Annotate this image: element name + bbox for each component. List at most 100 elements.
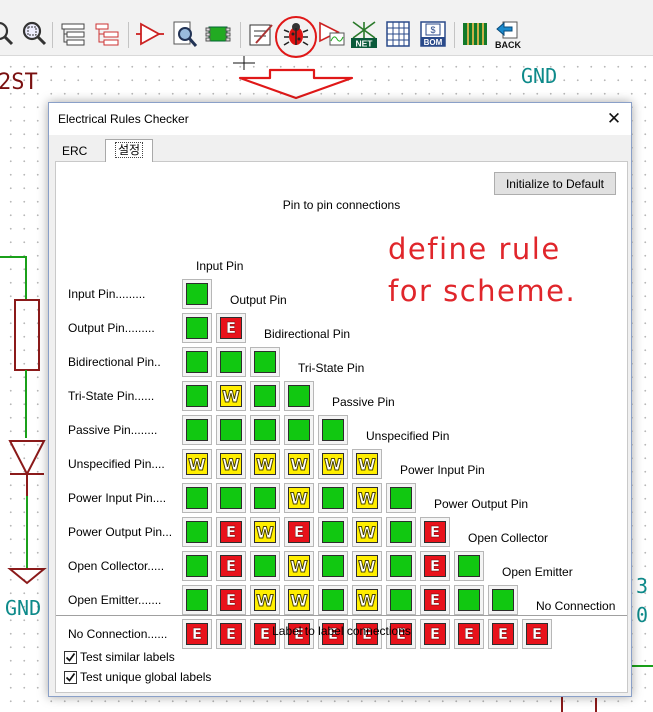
matrix-cell-open-emitter-passive-pin[interactable] bbox=[318, 585, 348, 615]
matrix-cell-open-emitter-output-pin[interactable]: E bbox=[216, 585, 246, 615]
dialog-titlebar[interactable]: Electrical Rules Checker ✕ bbox=[49, 103, 631, 135]
spice-simulator-icon[interactable] bbox=[316, 19, 346, 49]
matrix-cell-value: W bbox=[220, 385, 242, 407]
matrix-cell-output-pin-input-pin[interactable] bbox=[182, 313, 212, 343]
matrix-cell-open-collector-output-pin[interactable]: E bbox=[216, 551, 246, 581]
tab-erc[interactable]: ERC bbox=[55, 141, 103, 161]
leave-sheet-icon[interactable] bbox=[92, 19, 122, 49]
test-unique-global-labels-checkbox[interactable] bbox=[64, 670, 77, 684]
matrix-cell-open-emitter-power-input-pin[interactable] bbox=[386, 585, 416, 615]
matrix-cell-value bbox=[254, 555, 276, 577]
matrix-cell-power-input-pin-power-input-pin[interactable] bbox=[386, 483, 416, 513]
matrix-cell-open-collector-power-output-pin[interactable]: E bbox=[420, 551, 450, 581]
matrix-cell-value bbox=[390, 589, 412, 611]
bom-icon[interactable]: $ BOM bbox=[418, 19, 448, 49]
matrix-cell-unspecified-pin-unspecified-pin[interactable]: W bbox=[352, 449, 382, 479]
matrix-cell-input-pin-input-pin[interactable] bbox=[182, 279, 212, 309]
matrix-cell-power-input-pin-output-pin[interactable] bbox=[216, 483, 246, 513]
matrix-cell-power-input-pin-input-pin[interactable] bbox=[182, 483, 212, 513]
matrix-cell-value: E bbox=[220, 589, 242, 611]
matrix-cell-open-emitter-input-pin[interactable] bbox=[182, 585, 212, 615]
matrix-cell-value bbox=[322, 419, 344, 441]
test-similar-labels-checkbox[interactable] bbox=[64, 650, 77, 664]
matrix-cell-tri-state-pin-input-pin[interactable] bbox=[182, 381, 212, 411]
netlist-icon[interactable]: NET bbox=[349, 19, 379, 49]
matrix-cell-value bbox=[492, 589, 514, 611]
matrix-cell-open-collector-bidirectional-pin[interactable] bbox=[250, 551, 280, 581]
matrix-cell-value bbox=[288, 385, 310, 407]
matrix-cell-value bbox=[186, 521, 208, 543]
matrix-cell-bidirectional-pin-output-pin[interactable] bbox=[216, 347, 246, 377]
pin-connections-title: Pin to pin connections bbox=[282, 198, 401, 212]
matrix-cell-power-output-pin-tri-state-pin[interactable]: E bbox=[284, 517, 314, 547]
hierarchy-navigator-icon[interactable] bbox=[58, 19, 88, 49]
zoom-out-icon[interactable] bbox=[0, 19, 16, 49]
bus-grid-icon[interactable] bbox=[383, 19, 413, 49]
matrix-cell-tri-state-pin-bidirectional-pin[interactable] bbox=[250, 381, 280, 411]
matrix-cell-open-emitter-tri-state-pin[interactable]: W bbox=[284, 585, 314, 615]
matrix-cell-open-emitter-power-output-pin[interactable]: E bbox=[420, 585, 450, 615]
matrix-cell-open-emitter-open-emitter[interactable] bbox=[488, 585, 518, 615]
matrix-cell-open-collector-tri-state-pin[interactable]: W bbox=[284, 551, 314, 581]
matrix-cell-power-output-pin-power-output-pin[interactable]: E bbox=[420, 517, 450, 547]
footprint-assign-icon[interactable] bbox=[203, 19, 233, 49]
matrix-cell-power-output-pin-input-pin[interactable] bbox=[182, 517, 212, 547]
test-unique-global-labels-row[interactable]: Test unique global labels bbox=[64, 669, 211, 685]
close-icon[interactable]: ✕ bbox=[597, 103, 631, 135]
matrix-cell-tri-state-pin-output-pin[interactable]: W bbox=[216, 381, 246, 411]
matrix-cell-unspecified-pin-passive-pin[interactable]: W bbox=[318, 449, 348, 479]
pcb-icon[interactable] bbox=[460, 19, 490, 49]
matrix-cell-passive-pin-tri-state-pin[interactable] bbox=[284, 415, 314, 445]
find-icon[interactable] bbox=[170, 19, 200, 49]
tab-settings-label: 설정 bbox=[114, 142, 144, 158]
annotate-icon[interactable] bbox=[135, 19, 165, 49]
matrix-cell-bidirectional-pin-bidirectional-pin[interactable] bbox=[250, 347, 280, 377]
matrix-cell-unspecified-pin-bidirectional-pin[interactable]: W bbox=[250, 449, 280, 479]
toolbar-separator bbox=[454, 22, 455, 48]
gnd-net-label-bottom: GND bbox=[5, 596, 42, 620]
matrix-cell-unspecified-pin-output-pin[interactable]: W bbox=[216, 449, 246, 479]
matrix-cell-output-pin-output-pin[interactable]: E bbox=[216, 313, 246, 343]
matrix-cell-open-collector-open-collector[interactable] bbox=[454, 551, 484, 581]
matrix-cell-power-input-pin-tri-state-pin[interactable]: W bbox=[284, 483, 314, 513]
column-label-open-collector: Open Collector bbox=[468, 531, 549, 545]
matrix-cell-value bbox=[186, 487, 208, 509]
tab-settings[interactable]: 설정 bbox=[105, 139, 153, 162]
matrix-cell-power-output-pin-power-input-pin[interactable] bbox=[386, 517, 416, 547]
matrix-cell-value: E bbox=[220, 521, 242, 543]
zoom-area-icon[interactable] bbox=[19, 19, 49, 49]
matrix-cell-power-output-pin-output-pin[interactable]: E bbox=[216, 517, 246, 547]
toolbar-separator bbox=[240, 22, 241, 48]
matrix-cell-power-output-pin-passive-pin[interactable] bbox=[318, 517, 348, 547]
matrix-cell-passive-pin-bidirectional-pin[interactable] bbox=[250, 415, 280, 445]
matrix-cell-unspecified-pin-input-pin[interactable]: W bbox=[182, 449, 212, 479]
matrix-cell-open-collector-input-pin[interactable] bbox=[182, 551, 212, 581]
matrix-cell-power-output-pin-unspecified-pin[interactable]: W bbox=[352, 517, 382, 547]
matrix-cell-open-collector-passive-pin[interactable] bbox=[318, 551, 348, 581]
edit-fields-icon[interactable] bbox=[246, 19, 276, 49]
matrix-cell-passive-pin-passive-pin[interactable] bbox=[318, 415, 348, 445]
matrix-cell-value bbox=[390, 555, 412, 577]
matrix-cell-power-input-pin-unspecified-pin[interactable]: W bbox=[352, 483, 382, 513]
test-similar-labels-row[interactable]: Test similar labels bbox=[64, 649, 175, 665]
matrix-cell-open-emitter-bidirectional-pin[interactable]: W bbox=[250, 585, 280, 615]
toolbar-separator bbox=[128, 22, 129, 48]
matrix-cell-tri-state-pin-tri-state-pin[interactable] bbox=[284, 381, 314, 411]
back-icon[interactable]: BACK bbox=[493, 19, 523, 50]
matrix-cell-value: W bbox=[356, 521, 378, 543]
matrix-cell-value bbox=[186, 317, 208, 339]
matrix-cell-open-emitter-open-collector[interactable] bbox=[454, 585, 484, 615]
matrix-cell-open-emitter-unspecified-pin[interactable]: W bbox=[352, 585, 382, 615]
matrix-cell-bidirectional-pin-input-pin[interactable] bbox=[182, 347, 212, 377]
matrix-cell-power-input-pin-bidirectional-pin[interactable] bbox=[250, 483, 280, 513]
matrix-cell-unspecified-pin-tri-state-pin[interactable]: W bbox=[284, 449, 314, 479]
matrix-cell-value bbox=[288, 419, 310, 441]
matrix-cell-passive-pin-output-pin[interactable] bbox=[216, 415, 246, 445]
matrix-cell-open-collector-unspecified-pin[interactable]: W bbox=[352, 551, 382, 581]
matrix-cell-open-collector-power-input-pin[interactable] bbox=[386, 551, 416, 581]
initialize-to-default-button[interactable]: Initialize to Default bbox=[494, 172, 616, 195]
matrix-cell-passive-pin-input-pin[interactable] bbox=[182, 415, 212, 445]
matrix-cell-power-output-pin-bidirectional-pin[interactable]: W bbox=[250, 517, 280, 547]
schematic-text-partial: 3 bbox=[636, 574, 649, 598]
matrix-cell-power-input-pin-passive-pin[interactable] bbox=[318, 483, 348, 513]
